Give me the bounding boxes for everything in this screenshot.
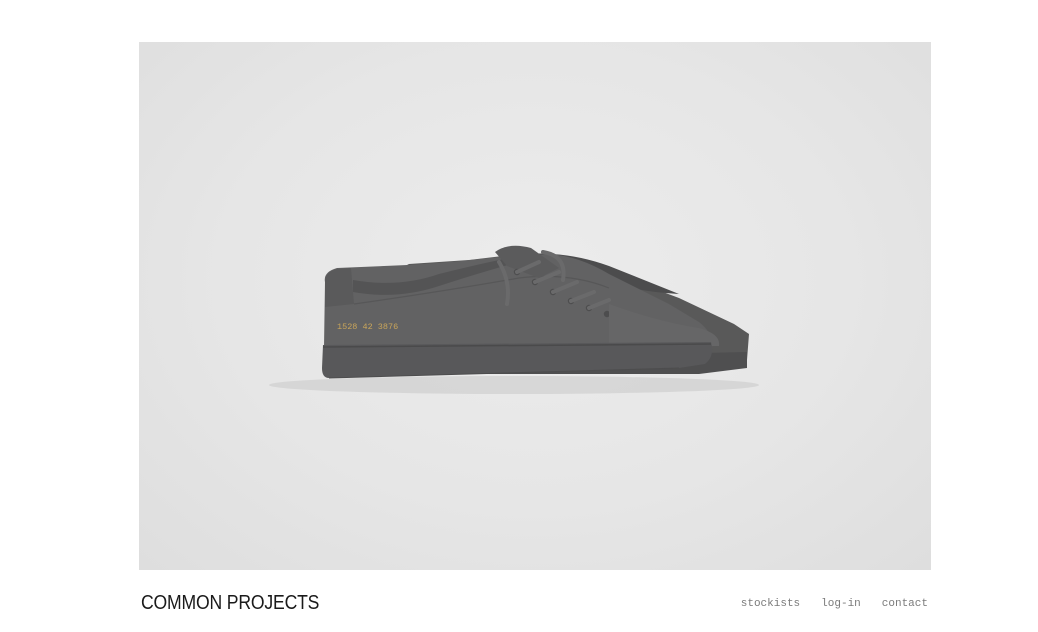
nav-stockists-link[interactable]: stockists <box>741 598 800 610</box>
footer-nav: stockists log-in contact <box>741 598 928 610</box>
page: 1528 42 3876 COMMON PROJECTS stockists l… <box>0 0 1038 632</box>
sneaker-pair-image: 1528 42 3876 <box>269 245 759 394</box>
sneaker-print-code: 1528 42 3876 <box>337 322 398 332</box>
nav-log-in-link[interactable]: log-in <box>821 598 861 610</box>
nav-contact-link[interactable]: contact <box>882 598 928 610</box>
hero-image: 1528 42 3876 <box>139 42 931 570</box>
brand-logo[interactable]: COMMON PROJECTS <box>141 592 319 615</box>
